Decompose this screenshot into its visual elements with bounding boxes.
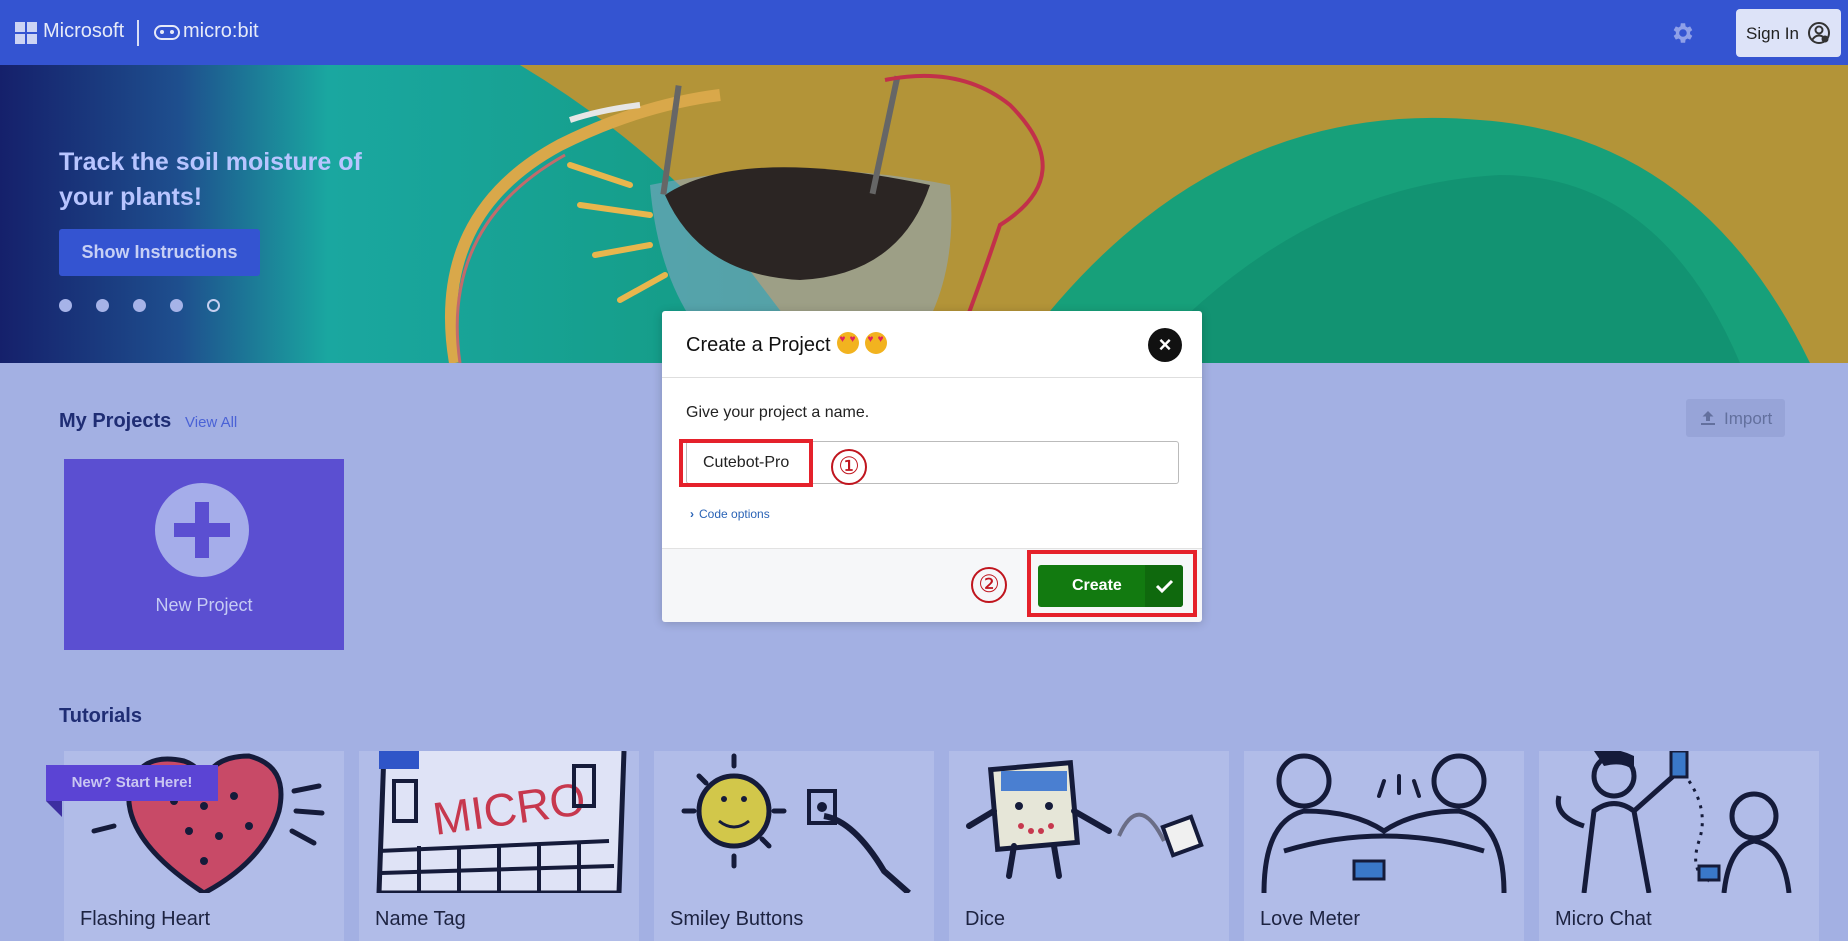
- smiley-buttons-image: [681, 753, 911, 893]
- tutorial-card-name-tag[interactable]: MICRO Name Tag: [359, 751, 639, 941]
- close-icon[interactable]: ×: [1148, 328, 1182, 362]
- heart-eyes-emoji-icon: [864, 332, 887, 354]
- chevron-right-icon: ›: [690, 507, 694, 521]
- microsoft-label[interactable]: Microsoft: [43, 20, 124, 43]
- sign-in-label: Sign In: [1746, 24, 1799, 43]
- microsoft-logo-icon: [15, 22, 37, 44]
- tutorial-label: Micro Chat: [1555, 908, 1652, 930]
- tutorial-card-micro-chat[interactable]: Micro Chat: [1539, 751, 1819, 941]
- microbit-logo-icon: [154, 25, 180, 40]
- dialog-title: Create a Project: [686, 332, 887, 357]
- new-start-here-badge: New? Start Here!: [46, 765, 218, 801]
- carousel-dot-4[interactable]: [170, 299, 183, 312]
- settings-gear-icon[interactable]: [1669, 20, 1695, 46]
- dialog-title-text: Create a Project: [686, 334, 831, 356]
- tutorial-card-love-meter[interactable]: Love Meter: [1244, 751, 1524, 941]
- carousel-dot-5[interactable]: [207, 299, 220, 312]
- new-project-label: New Project: [155, 595, 253, 615]
- import-label: Import: [1724, 409, 1773, 428]
- highlight-create-button: [1027, 550, 1197, 617]
- tutorial-label: Flashing Heart: [80, 908, 211, 930]
- tutorials-title: Tutorials: [59, 705, 142, 727]
- plus-icon: [155, 483, 249, 577]
- carousel-dot-3[interactable]: [133, 299, 146, 312]
- love-meter-image: [1261, 753, 1507, 893]
- import-button[interactable]: Import: [1686, 399, 1785, 437]
- dialog-header: Create a Project ×: [662, 311, 1202, 378]
- carousel-dot-1[interactable]: [59, 299, 72, 312]
- top-bar: Microsoft micro:bit Sign In: [0, 0, 1848, 65]
- my-projects-title: My Projects: [59, 410, 172, 432]
- tutorial-label: Name Tag: [375, 908, 466, 930]
- code-options-label: Code options: [699, 507, 770, 521]
- upload-icon: [1701, 411, 1715, 425]
- dialog-prompt: Give your project a name.: [686, 404, 870, 421]
- highlight-project-name: [679, 439, 813, 487]
- tutorial-card-smiley-buttons[interactable]: Smiley Buttons: [654, 751, 934, 941]
- micro-chat-image: [1555, 751, 1792, 893]
- carousel-dot-2[interactable]: [96, 299, 109, 312]
- sign-in-button[interactable]: Sign In: [1736, 9, 1841, 57]
- code-options-toggle[interactable]: › Code options: [690, 507, 770, 521]
- step-1-marker: ①: [831, 449, 867, 485]
- new-project-card[interactable]: New Project: [64, 459, 344, 650]
- microbit-label[interactable]: micro:bit: [183, 20, 259, 43]
- dice-image: [966, 759, 1204, 879]
- tutorial-label: Love Meter: [1260, 908, 1361, 930]
- show-instructions-button[interactable]: Show Instructions: [59, 229, 260, 276]
- heart-eyes-emoji-icon: [836, 332, 859, 354]
- step-2-marker: ②: [971, 567, 1007, 603]
- carousel-dots: [59, 299, 244, 317]
- view-all-link[interactable]: View All: [185, 414, 237, 431]
- tutorial-card-dice[interactable]: Dice: [949, 751, 1229, 941]
- user-avatar-icon: [1808, 22, 1830, 44]
- badge-ribbon-fold: [46, 801, 62, 817]
- name-tag-image: MICRO: [376, 751, 627, 893]
- tutorial-label: Smiley Buttons: [670, 908, 804, 930]
- brand-divider: [137, 20, 139, 46]
- hero-title: Track the soil moisture of your plants!: [59, 148, 362, 211]
- tutorial-label: Dice: [965, 908, 1006, 930]
